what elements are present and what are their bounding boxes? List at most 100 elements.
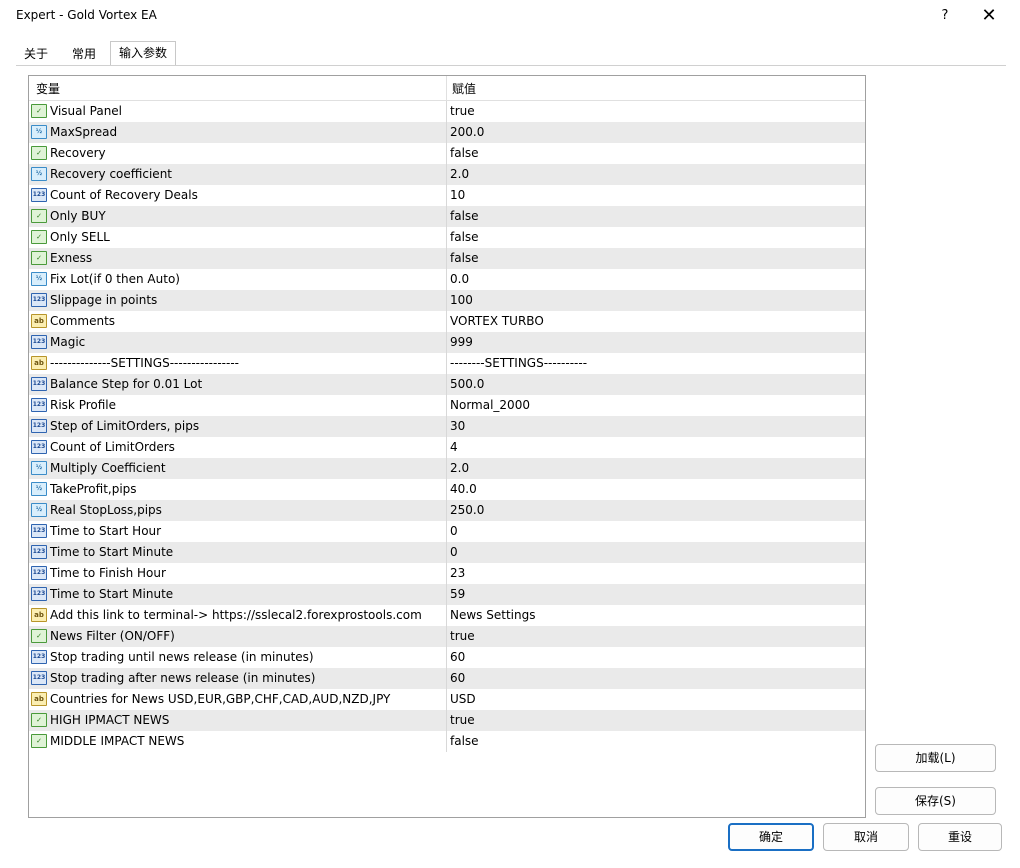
table-row[interactable]: ab Comments VORTEX TURBO bbox=[29, 311, 865, 332]
parameters-table[interactable]: 变量 赋值 ✓ Visual Panel true ½ MaxSpread 200.0 ✓ R… bbox=[28, 75, 866, 818]
parameter-value[interactable]: 23 bbox=[450, 563, 465, 584]
cell-divider bbox=[446, 668, 447, 689]
parameter-value[interactable]: 250.0 bbox=[450, 500, 484, 521]
table-row[interactable]: ✓ HIGH IPMACT NEWS true bbox=[29, 710, 865, 731]
table-row[interactable]: ½ Recovery coefficient 2.0 bbox=[29, 164, 865, 185]
table-row[interactable]: ✓ Visual Panel true bbox=[29, 101, 865, 122]
parameter-value[interactable]: --------SETTINGS---------- bbox=[450, 353, 587, 374]
cell-divider bbox=[446, 311, 447, 332]
parameter-value[interactable]: false bbox=[450, 227, 479, 248]
parameter-value[interactable]: true bbox=[450, 626, 475, 647]
bool-icon: ✓ bbox=[31, 146, 47, 160]
table-body: ✓ Visual Panel true ½ MaxSpread 200.0 ✓ Recover… bbox=[29, 101, 865, 752]
column-divider[interactable] bbox=[446, 76, 447, 100]
title-bar: Expert - Gold Vortex EA ? ✕ bbox=[0, 0, 1020, 32]
parameter-value[interactable]: 30 bbox=[450, 416, 465, 437]
parameter-value[interactable]: USD bbox=[450, 689, 476, 710]
table-row[interactable]: 123 Stop trading after news release (in m… bbox=[29, 668, 865, 689]
table-row[interactable]: 123 Time to Start Minute 0 bbox=[29, 542, 865, 563]
window-title: Expert - Gold Vortex EA bbox=[16, 8, 157, 22]
string-icon: ab bbox=[31, 692, 47, 706]
tab-input-parameters[interactable]: 输入参数 bbox=[110, 41, 176, 65]
table-row[interactable]: ab Add this link to terminal-> https://ss… bbox=[29, 605, 865, 626]
parameter-value[interactable]: 200.0 bbox=[450, 122, 484, 143]
table-row[interactable]: 123 Time to Finish Hour 23 bbox=[29, 563, 865, 584]
double-icon: ½ bbox=[31, 461, 47, 475]
save-button[interactable]: 保存(S) bbox=[875, 787, 996, 815]
cell-divider bbox=[446, 143, 447, 164]
table-row[interactable]: ½ Real StopLoss,pips 250.0 bbox=[29, 500, 865, 521]
table-row[interactable]: ab --------------SETTINGS----------------… bbox=[29, 353, 865, 374]
parameter-value[interactable]: 0 bbox=[450, 521, 458, 542]
cell-divider bbox=[446, 185, 447, 206]
parameter-value[interactable]: 59 bbox=[450, 584, 465, 605]
table-row[interactable]: 123 Risk Profile Normal_2000 bbox=[29, 395, 865, 416]
parameter-value[interactable]: 2.0 bbox=[450, 458, 469, 479]
parameter-value[interactable]: false bbox=[450, 143, 479, 164]
parameter-value[interactable]: 4 bbox=[450, 437, 458, 458]
column-header-value[interactable]: 赋值 bbox=[452, 80, 476, 97]
double-icon: ½ bbox=[31, 503, 47, 517]
table-row[interactable]: 123 Magic 999 bbox=[29, 332, 865, 353]
parameter-name: Stop trading until news release (in minu… bbox=[50, 650, 314, 664]
tab-common[interactable]: 常用 bbox=[62, 42, 106, 65]
double-icon: ½ bbox=[31, 482, 47, 496]
parameter-value[interactable]: 2.0 bbox=[450, 164, 469, 185]
table-row[interactable]: ½ MaxSpread 200.0 bbox=[29, 122, 865, 143]
parameter-value[interactable]: 100 bbox=[450, 290, 473, 311]
table-row[interactable]: 123 Count of Recovery Deals 10 bbox=[29, 185, 865, 206]
ok-button[interactable]: 确定 bbox=[728, 823, 814, 851]
table-row[interactable]: ✓ Only BUY false bbox=[29, 206, 865, 227]
parameter-name: Multiply Coefficient bbox=[50, 461, 166, 475]
table-row[interactable]: ✓ News Filter (ON/OFF) true bbox=[29, 626, 865, 647]
parameter-value[interactable]: 999 bbox=[450, 332, 473, 353]
cancel-button[interactable]: 取消 bbox=[823, 823, 909, 851]
parameter-value[interactable]: true bbox=[450, 101, 475, 122]
table-row[interactable]: 123 Time to Start Minute 59 bbox=[29, 584, 865, 605]
parameter-value[interactable]: VORTEX TURBO bbox=[450, 311, 544, 332]
table-row[interactable]: 123 Balance Step for 0.01 Lot 500.0 bbox=[29, 374, 865, 395]
parameter-name: Time to Start Hour bbox=[50, 524, 162, 538]
table-row[interactable]: ½ Multiply Coefficient 2.0 bbox=[29, 458, 865, 479]
table-row[interactable]: ½ TakeProfit,pips 40.0 bbox=[29, 479, 865, 500]
parameter-value[interactable]: 0.0 bbox=[450, 269, 469, 290]
table-row[interactable]: 123 Time to Start Hour 0 bbox=[29, 521, 865, 542]
parameter-value[interactable]: 0 bbox=[450, 542, 458, 563]
table-row[interactable]: ✓ MIDDLE IMPACT NEWS false bbox=[29, 731, 865, 752]
parameter-value[interactable]: Normal_2000 bbox=[450, 395, 530, 416]
parameter-value[interactable]: 40.0 bbox=[450, 479, 477, 500]
parameter-value[interactable]: News Settings bbox=[450, 605, 535, 626]
cell-divider bbox=[446, 248, 447, 269]
cell-divider bbox=[446, 626, 447, 647]
column-header-variable[interactable]: 变量 bbox=[36, 80, 60, 97]
parameter-name: Recovery bbox=[50, 146, 106, 160]
load-button[interactable]: 加载(L) bbox=[875, 744, 996, 772]
help-button[interactable]: ? bbox=[930, 3, 960, 29]
parameter-value[interactable]: true bbox=[450, 710, 475, 731]
parameter-value[interactable]: 500.0 bbox=[450, 374, 484, 395]
parameter-name: Count of Recovery Deals bbox=[50, 188, 198, 202]
table-row[interactable]: ab Countries for News USD,EUR,GBP,CHF,CAD… bbox=[29, 689, 865, 710]
close-button[interactable]: ✕ bbox=[974, 3, 1004, 29]
table-row[interactable]: 123 Slippage in points 100 bbox=[29, 290, 865, 311]
parameter-value[interactable]: 10 bbox=[450, 185, 465, 206]
table-row[interactable]: 123 Stop trading until news release (in m… bbox=[29, 647, 865, 668]
string-icon: ab bbox=[31, 608, 47, 622]
parameter-value[interactable]: 60 bbox=[450, 668, 465, 689]
table-row[interactable]: ✓ Recovery false bbox=[29, 143, 865, 164]
table-row[interactable]: ½ Fix Lot(if 0 then Auto) 0.0 bbox=[29, 269, 865, 290]
reset-button[interactable]: 重设 bbox=[918, 823, 1002, 851]
tab-about[interactable]: 关于 bbox=[16, 42, 56, 65]
parameter-name: Only BUY bbox=[50, 209, 106, 223]
int-icon: 123 bbox=[31, 188, 47, 202]
parameter-value[interactable]: false bbox=[450, 248, 479, 269]
parameter-name: Risk Profile bbox=[50, 398, 116, 412]
table-row[interactable]: 123 Count of LimitOrders 4 bbox=[29, 437, 865, 458]
parameter-value[interactable]: 60 bbox=[450, 647, 465, 668]
parameter-value[interactable]: false bbox=[450, 731, 479, 752]
table-row[interactable]: ✓ Only SELL false bbox=[29, 227, 865, 248]
table-row[interactable]: ✓ Exness false bbox=[29, 248, 865, 269]
table-row[interactable]: 123 Step of LimitOrders, pips 30 bbox=[29, 416, 865, 437]
cell-divider bbox=[446, 521, 447, 542]
parameter-value[interactable]: false bbox=[450, 206, 479, 227]
